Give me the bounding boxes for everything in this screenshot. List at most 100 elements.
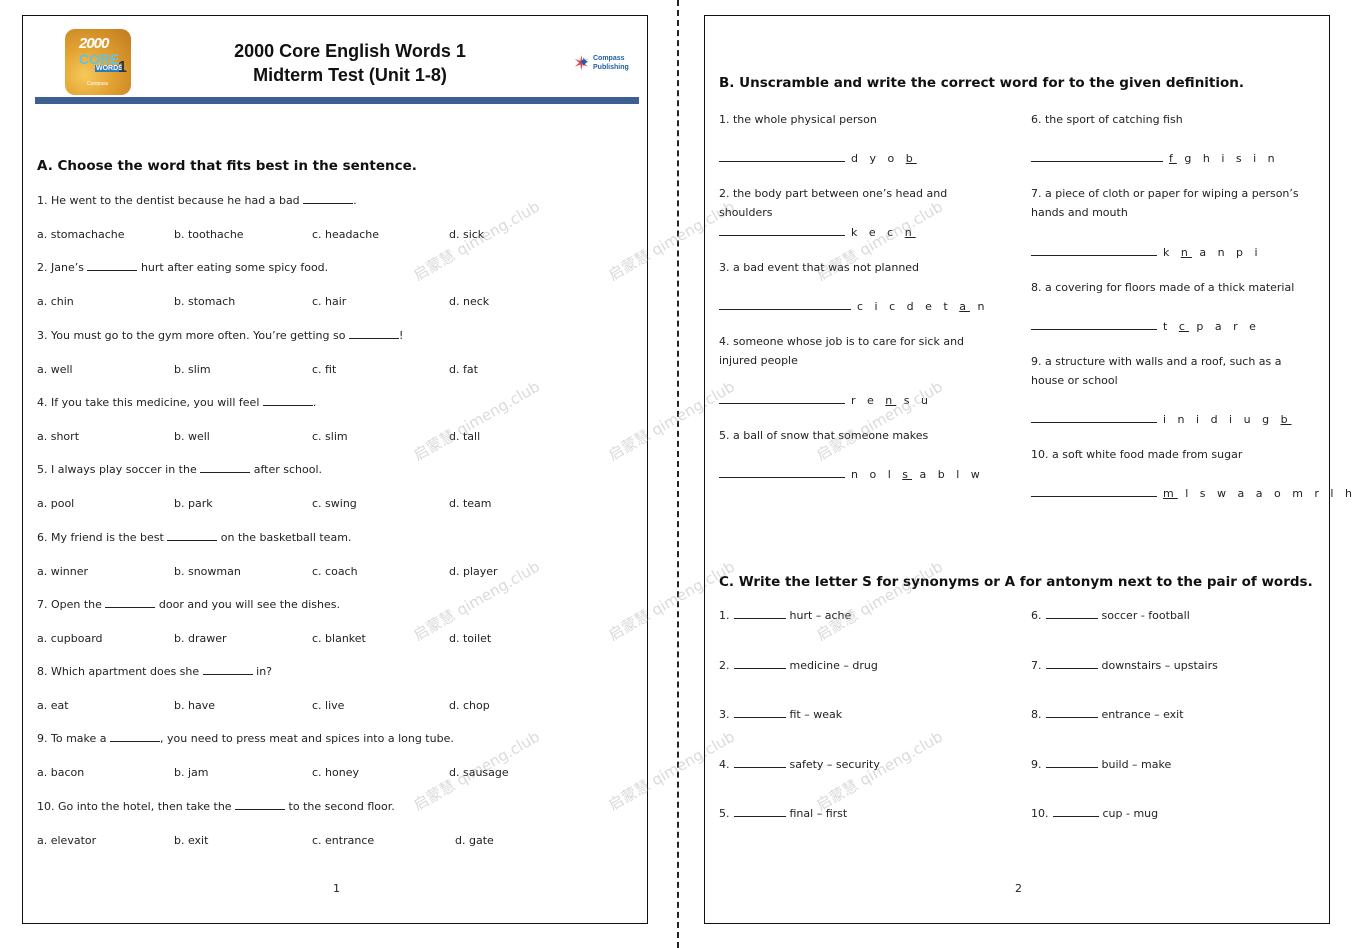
unscramble-answer: i n i d i u g b <box>1031 412 1292 426</box>
logo-text: 2000 <box>79 35 109 52</box>
answer-option[interactable]: b. exit <box>174 834 208 847</box>
logo-text: Compass <box>87 81 109 87</box>
definition-text: 3. a bad event that was not planned <box>719 261 920 274</box>
answer-option[interactable]: c. honey <box>312 766 359 779</box>
answer-blank[interactable] <box>1045 658 1098 669</box>
answer-blank[interactable] <box>1031 486 1157 497</box>
answer-blank[interactable] <box>167 531 218 541</box>
answer-blank[interactable] <box>719 151 845 162</box>
question-text: 7. Open the door and you will see the di… <box>37 597 340 611</box>
answer-blank[interactable] <box>1045 608 1098 619</box>
definition-text: 7. a piece of cloth or paper for wiping … <box>1031 187 1299 219</box>
answer-option[interactable]: a. elevator <box>37 834 96 847</box>
page-number: 2 <box>1015 882 1022 895</box>
answer-option[interactable]: b. toothache <box>174 228 244 241</box>
question-text: 6. My friend is the best on the basketba… <box>37 530 352 544</box>
answer-blank[interactable] <box>1045 757 1098 768</box>
answer-blank[interactable] <box>719 467 845 478</box>
answer-option[interactable]: d. gate <box>455 834 494 847</box>
answer-blank[interactable] <box>303 194 354 204</box>
answer-option[interactable]: c. live <box>312 699 344 712</box>
question-text: 1. He went to the dentist because he had… <box>37 194 357 207</box>
unscramble-answer: c i c d e t a n <box>719 299 988 313</box>
unscramble-answer: d y o b <box>719 151 917 165</box>
title-line-2: Midterm Test (Unit 1-8) <box>253 65 447 85</box>
answer-option[interactable]: b. slim <box>174 363 211 376</box>
answer-option[interactable]: a. stomachache <box>37 228 125 241</box>
answer-option[interactable]: a. well <box>37 363 73 376</box>
answer-option[interactable]: b. well <box>174 430 210 443</box>
question-text: 8. Which apartment does she in? <box>37 665 273 679</box>
page-title: 2000 Core English Words 1 Midterm Test (… <box>185 39 515 87</box>
answer-option[interactable]: d. toilet <box>449 632 491 645</box>
answer-option[interactable]: d. neck <box>449 295 489 308</box>
answer-option[interactable]: a. bacon <box>37 766 84 779</box>
synonym-antonym-item: 6. soccer - football <box>1031 608 1190 622</box>
scrambled-letters: k n a n p i <box>1163 246 1262 259</box>
scrambled-letters: i n i d i u g b <box>1163 413 1292 426</box>
answer-option[interactable]: c. entrance <box>312 834 374 847</box>
answer-option[interactable]: b. jam <box>174 766 209 779</box>
answer-blank[interactable] <box>235 800 286 810</box>
answer-option[interactable]: c. coach <box>312 565 358 578</box>
answer-blank[interactable] <box>1052 806 1099 817</box>
question-text: 3. You must go to the gym more often. Yo… <box>37 328 404 342</box>
answer-option[interactable]: d. sausage <box>449 766 509 779</box>
answer-option[interactable]: a. pool <box>37 497 74 510</box>
answer-blank[interactable] <box>733 658 786 669</box>
answer-blank[interactable] <box>105 598 156 608</box>
answer-option[interactable]: c. slim <box>312 430 348 443</box>
scrambled-letters: t c p a r e <box>1163 320 1260 333</box>
answer-option[interactable]: b. snowman <box>174 565 241 578</box>
answer-blank[interactable] <box>1031 412 1157 423</box>
answer-option[interactable]: c. hair <box>312 295 346 308</box>
answer-blank[interactable] <box>733 757 786 768</box>
answer-blank[interactable] <box>733 707 786 718</box>
answer-option[interactable]: d. tall <box>449 430 480 443</box>
answer-option[interactable]: c. blanket <box>312 632 366 645</box>
answer-blank[interactable] <box>719 393 845 404</box>
answer-option[interactable]: a. winner <box>37 565 88 578</box>
answer-blank[interactable] <box>200 463 251 474</box>
scrambled-letters: c i c d e t a n <box>857 300 989 313</box>
answer-option[interactable]: d. fat <box>449 363 478 376</box>
answer-blank[interactable] <box>719 299 851 310</box>
answer-option[interactable]: b. drawer <box>174 632 227 645</box>
definition-text: 4. someone whose job is to care for sick… <box>719 335 965 367</box>
answer-blank[interactable] <box>1031 245 1157 256</box>
synonym-antonym-item: 5. final – first <box>719 806 848 820</box>
answer-option[interactable]: a. short <box>37 430 79 443</box>
scrambled-letters: f g h i s i n <box>1169 152 1279 165</box>
answer-blank[interactable] <box>110 732 161 743</box>
answer-option[interactable]: b. park <box>174 497 213 510</box>
header-divider-bar <box>35 97 639 104</box>
answer-blank[interactable] <box>348 329 399 339</box>
page-number: 1 <box>333 882 340 895</box>
synonym-antonym-item: 2. medicine – drug <box>719 658 878 672</box>
answer-option[interactable]: d. sick <box>449 228 484 241</box>
answer-blank[interactable] <box>262 396 313 406</box>
answer-blank[interactable] <box>1031 151 1163 162</box>
answer-option[interactable]: d. chop <box>449 699 490 712</box>
answer-blank[interactable] <box>87 261 138 272</box>
answer-option[interactable]: a. cupboard <box>37 632 103 645</box>
question-text: 10. Go into the hotel, then take the to … <box>37 799 395 813</box>
section-a-heading: A. Choose the word that fits best in the… <box>37 158 417 174</box>
section-b-heading: B. Unscramble and write the correct word… <box>719 75 1245 91</box>
answer-option[interactable]: c. fit <box>312 363 336 376</box>
answer-option[interactable]: a. eat <box>37 699 69 712</box>
answer-option[interactable]: d. team <box>449 497 492 510</box>
answer-blank[interactable] <box>1045 707 1098 718</box>
answer-blank[interactable] <box>1031 319 1157 330</box>
answer-blank[interactable] <box>733 806 786 817</box>
answer-blank[interactable] <box>733 608 786 619</box>
definition-text: 8. a covering for floors made of a thick… <box>1031 281 1295 294</box>
answer-blank[interactable] <box>719 225 845 236</box>
answer-option[interactable]: a. chin <box>37 295 74 308</box>
answer-option[interactable]: b. have <box>174 699 215 712</box>
answer-option[interactable]: d. player <box>449 565 498 578</box>
answer-option[interactable]: b. stomach <box>174 295 235 308</box>
answer-option[interactable]: c. headache <box>312 228 379 241</box>
answer-blank[interactable] <box>202 665 253 676</box>
answer-option[interactable]: c. swing <box>312 497 357 510</box>
